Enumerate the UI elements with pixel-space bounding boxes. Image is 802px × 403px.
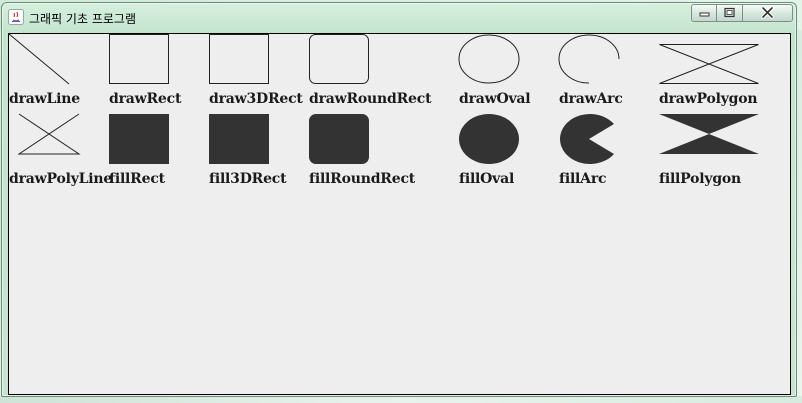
fill-round-rect-shape bbox=[309, 114, 369, 164]
maximize-icon bbox=[724, 7, 735, 18]
fill-3d-rect-shape bbox=[209, 114, 269, 164]
fill-polygon-shape bbox=[659, 114, 759, 154]
maximize-button[interactable] bbox=[717, 4, 743, 22]
fill-rect-shape bbox=[109, 114, 169, 164]
fill-arc-label: fillArc bbox=[559, 171, 607, 187]
minimize-icon bbox=[699, 12, 710, 17]
fill-polygon-label: fillPolygon bbox=[659, 171, 742, 187]
draw-3d-rect-label: draw3DRect bbox=[209, 91, 303, 107]
draw-round-rect-shape bbox=[309, 34, 369, 84]
draw-line-shape bbox=[9, 34, 70, 85]
drawing-canvas: drawLine drawRect draw3DRect drawRoundRe… bbox=[8, 33, 791, 395]
fill-oval-shape bbox=[459, 114, 519, 164]
draw-oval-shape bbox=[458, 34, 520, 84]
draw-polygon-label: drawPolygon bbox=[659, 91, 758, 107]
close-icon bbox=[761, 6, 774, 19]
fill-arc-shape bbox=[560, 114, 614, 164]
fill-rect-label: fillRect bbox=[109, 171, 165, 187]
shapes-layer bbox=[9, 34, 759, 164]
draw-polyline-label: drawPolyLine bbox=[9, 171, 113, 187]
fill-3d-rect-label: fill3DRect bbox=[209, 171, 287, 187]
draw-polygon-shape bbox=[659, 44, 759, 84]
desktop-background-bottom bbox=[0, 396, 802, 403]
draw-arc-label: drawArc bbox=[559, 91, 623, 107]
close-button[interactable] bbox=[743, 4, 793, 22]
minimize-button[interactable] bbox=[691, 4, 717, 22]
draw-round-rect-label: drawRoundRect bbox=[309, 91, 432, 107]
draw-3d-rect-shape bbox=[209, 34, 269, 84]
draw-arc-shape bbox=[558, 34, 620, 84]
draw-line-label: drawLine bbox=[9, 91, 80, 107]
draw-oval-label: drawOval bbox=[459, 91, 531, 107]
draw-rect-label: drawRect bbox=[109, 91, 182, 107]
java-icon[interactable] bbox=[8, 9, 24, 25]
draw-polyline-shape bbox=[17, 113, 81, 155]
fill-round-rect-label: fillRoundRect bbox=[309, 171, 416, 187]
draw-rect-shape bbox=[109, 34, 169, 84]
app-window: 그래픽 기초 프로그램 drawLine drawRect draw3DRect… bbox=[1, 2, 797, 397]
window-title: 그래픽 기초 프로그램 bbox=[29, 12, 136, 26]
fill-oval-label: fillOval bbox=[459, 171, 515, 187]
title-bar[interactable]: 그래픽 기초 프로그램 bbox=[2, 3, 796, 31]
